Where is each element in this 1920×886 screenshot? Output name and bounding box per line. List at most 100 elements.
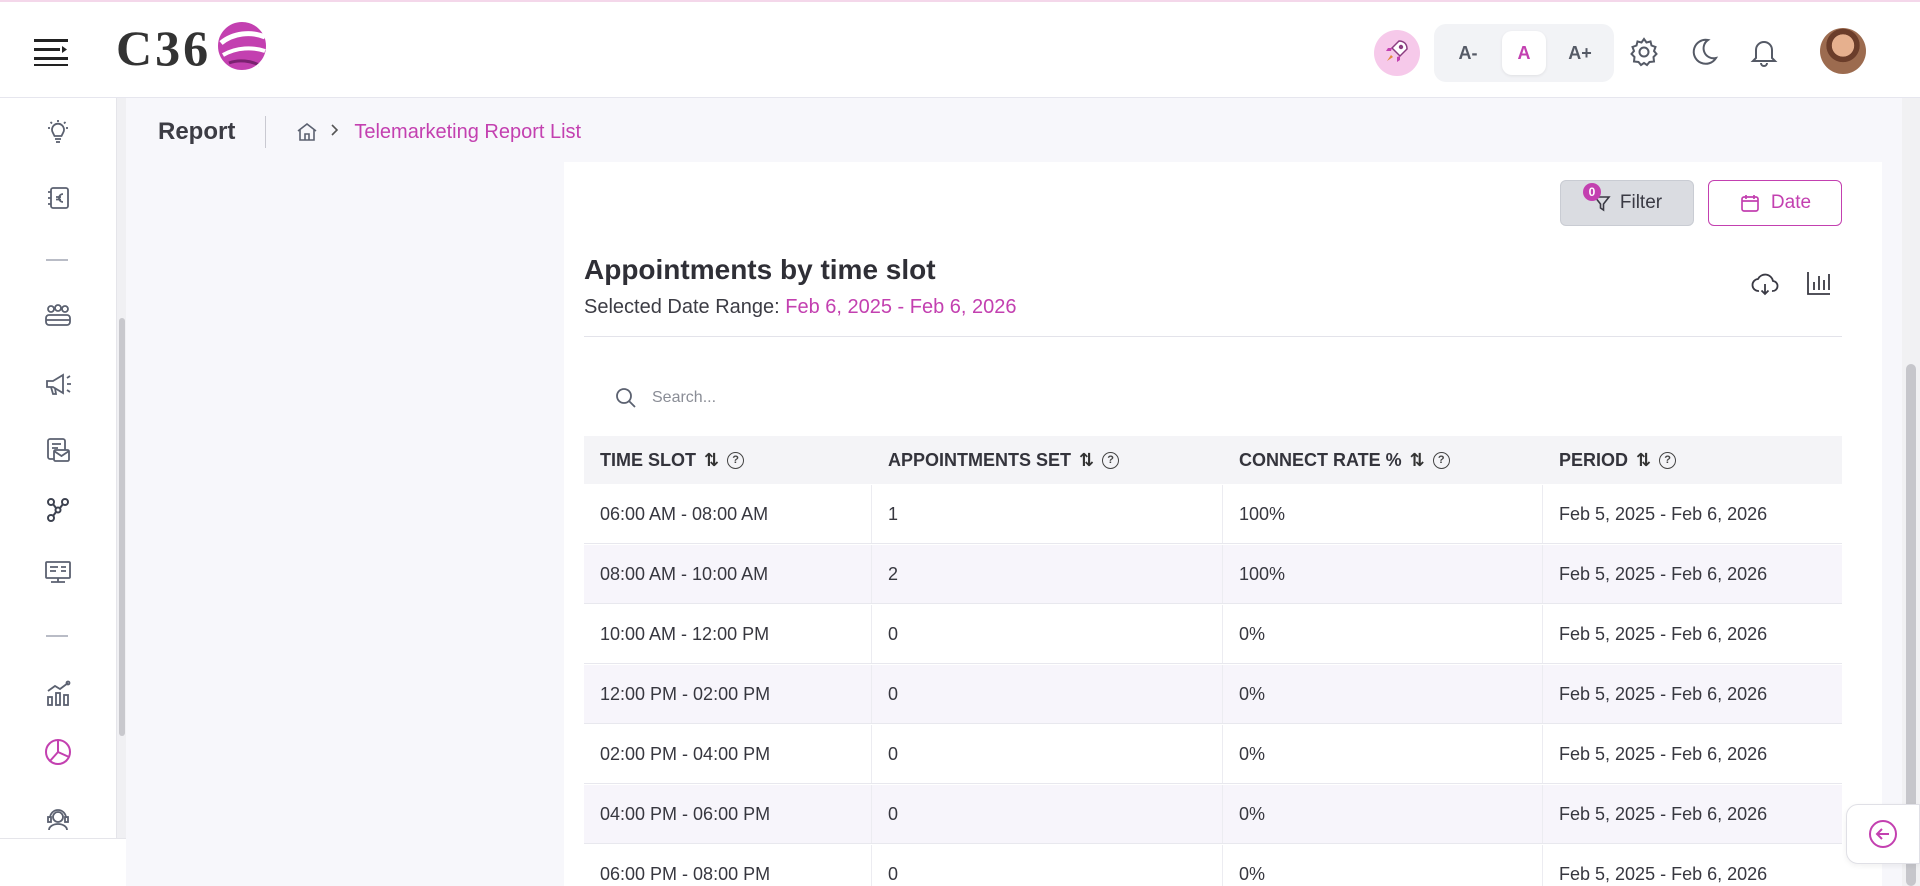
header-divider [584, 336, 1842, 337]
cell-connect-rate: 100% [1223, 485, 1543, 543]
table-row: 02:00 PM - 04:00 PM 0 0% Feb 5, 2025 - F… [584, 724, 1842, 784]
table-row: 12:00 PM - 02:00 PM 0 0% Feb 5, 2025 - F… [584, 664, 1842, 724]
cell-appointments-set: 0 [872, 785, 1223, 843]
cell-period: Feb 5, 2025 - Feb 6, 2026 [1559, 623, 1768, 644]
help-icon[interactable]: ? [1102, 451, 1120, 469]
cell-connect-rate: 0% [1223, 785, 1543, 843]
sort-icon[interactable]: ⇅ [1410, 450, 1425, 471]
cell-appointments-set: 0 [872, 725, 1223, 783]
help-icon[interactable]: ? [1659, 451, 1677, 469]
settings-gear-icon[interactable] [1626, 34, 1662, 70]
column-header-label: APPOINTMENTS SET [888, 449, 1072, 470]
calendar-icon [1739, 192, 1761, 214]
dark-mode-moon-icon[interactable] [1686, 34, 1722, 70]
font-normal-button[interactable]: A [1502, 31, 1546, 75]
notification-bell-icon[interactable] [1746, 34, 1782, 70]
search-input[interactable] [652, 389, 1052, 407]
font-decrease-button[interactable]: A- [1446, 31, 1490, 75]
page-title: Report [158, 118, 236, 145]
date-range-line: Selected Date Range: Feb 6, 2025 - Feb 6… [584, 296, 1017, 319]
logo-text: C36 [116, 20, 212, 76]
date-range-label: Selected Date Range: [584, 296, 780, 318]
sidebar-separator [46, 259, 68, 261]
sort-icon[interactable]: ⇅ [1636, 450, 1651, 471]
table-row: 08:00 AM - 10:00 AM 2 100% Feb 5, 2025 -… [584, 544, 1842, 604]
cell-connect-rate: 0% [1223, 665, 1543, 723]
help-icon[interactable]: ? [1432, 451, 1450, 469]
cell-period: Feb 5, 2025 - Feb 6, 2026 [1559, 563, 1768, 584]
breadcrumb-current[interactable]: Telemarketing Report List [354, 121, 581, 144]
date-range-value: Feb 6, 2025 - Feb 6, 2026 [785, 296, 1017, 318]
report-table: TIME SLOT ⇅ ? APPOINTMENTS SET ⇅ ? CONNE… [584, 436, 1842, 886]
cell-connect-rate: 0% [1223, 725, 1543, 783]
cell-period: Feb 5, 2025 - Feb 6, 2026 [1559, 683, 1768, 704]
analytics-chart-icon[interactable] [40, 676, 76, 712]
sidebar-scrollbar-thumb[interactable] [119, 318, 125, 736]
cell-time-slot: 06:00 PM - 08:00 PM [584, 845, 872, 886]
column-header-time-slot[interactable]: TIME SLOT ⇅ ? [584, 450, 872, 471]
top-bar: C36 A- A A+ [0, 0, 1920, 98]
cell-connect-rate: 0% [1223, 605, 1543, 663]
column-header-label: TIME SLOT [600, 449, 696, 470]
column-header-connect-rate[interactable]: CONNECT RATE % ⇅ ? [1223, 450, 1543, 471]
back-arrow-button[interactable] [1846, 804, 1920, 864]
breadcrumb-divider [265, 116, 267, 148]
cell-period: Feb 5, 2025 - Feb 6, 2026 [1559, 803, 1768, 824]
cell-time-slot: 02:00 PM - 04:00 PM [584, 725, 872, 783]
lightbulb-icon[interactable] [40, 114, 76, 150]
sidebar-separator [46, 635, 68, 637]
date-button[interactable]: Date [1708, 180, 1842, 226]
menu-toggle-icon[interactable] [34, 36, 68, 66]
column-header-label: PERIOD [1559, 449, 1629, 470]
column-header-label: CONNECT RATE % [1239, 449, 1402, 470]
home-icon[interactable] [296, 121, 318, 143]
download-cloud-icon[interactable] [1750, 270, 1780, 300]
cell-time-slot: 06:00 AM - 08:00 AM [584, 485, 872, 543]
cell-period: Feb 5, 2025 - Feb 6, 2026 [1559, 743, 1768, 764]
logo-globe-icon [215, 19, 269, 78]
cell-appointments-set: 2 [872, 545, 1223, 603]
megaphone-icon[interactable] [40, 366, 76, 402]
cell-time-slot: 10:00 AM - 12:00 PM [584, 605, 872, 663]
sort-icon[interactable]: ⇅ [704, 450, 719, 471]
sidebar [0, 98, 116, 838]
logo[interactable]: C36 [116, 19, 269, 78]
table-row: 06:00 AM - 08:00 AM 1 100% Feb 5, 2025 -… [584, 484, 1842, 544]
cell-connect-rate: 0% [1223, 845, 1543, 886]
cell-appointments-set: 0 [872, 845, 1223, 886]
page-scrollbar[interactable] [1902, 98, 1920, 886]
bar-chart-icon[interactable] [1804, 268, 1834, 298]
cell-time-slot: 04:00 PM - 06:00 PM [584, 785, 872, 843]
presentation-board-icon[interactable] [40, 554, 76, 590]
pie-chart-icon[interactable] [40, 734, 76, 770]
sort-icon[interactable]: ⇅ [1079, 450, 1094, 471]
date-label: Date [1770, 192, 1812, 213]
network-icon[interactable] [40, 492, 76, 528]
table-body: 06:00 AM - 08:00 AM 1 100% Feb 5, 2025 -… [584, 484, 1842, 886]
support-agent-icon[interactable] [40, 802, 76, 838]
column-header-period[interactable]: PERIOD ⇅ ? [1543, 450, 1842, 471]
rocket-button[interactable] [1374, 30, 1420, 76]
user-avatar[interactable] [1820, 28, 1866, 74]
cell-time-slot: 12:00 PM - 02:00 PM [584, 665, 872, 723]
arrow-left-circle-icon [1867, 818, 1899, 850]
table-row: 04:00 PM - 06:00 PM 0 0% Feb 5, 2025 - F… [584, 784, 1842, 844]
help-icon[interactable]: ? [727, 451, 745, 469]
cell-time-slot: 08:00 AM - 10:00 AM [584, 545, 872, 603]
cell-period: Feb 5, 2025 - Feb 6, 2026 [1559, 503, 1768, 524]
report-card: 0 Filter Date Appointments by time slot … [564, 162, 1882, 886]
table-row: 06:00 PM - 08:00 PM 0 0% Feb 5, 2025 - F… [584, 844, 1842, 886]
cell-appointments-set: 0 [872, 605, 1223, 663]
mail-document-icon[interactable] [40, 432, 76, 468]
sidebar-scrollbar[interactable] [116, 98, 126, 886]
breadcrumb: Report Telemarketing Report List [158, 114, 581, 150]
breadcrumb-chevron-icon [330, 123, 340, 142]
cell-connect-rate: 100% [1223, 545, 1543, 603]
column-header-appointments-set[interactable]: APPOINTMENTS SET ⇅ ? [872, 450, 1223, 471]
font-increase-button[interactable]: A+ [1558, 31, 1602, 75]
euro-receipt-icon[interactable] [40, 180, 76, 216]
filter-button[interactable]: 0 Filter [1560, 180, 1694, 226]
team-icon[interactable] [40, 298, 76, 334]
report-title: Appointments by time slot [584, 254, 936, 285]
search-icon [614, 386, 638, 410]
